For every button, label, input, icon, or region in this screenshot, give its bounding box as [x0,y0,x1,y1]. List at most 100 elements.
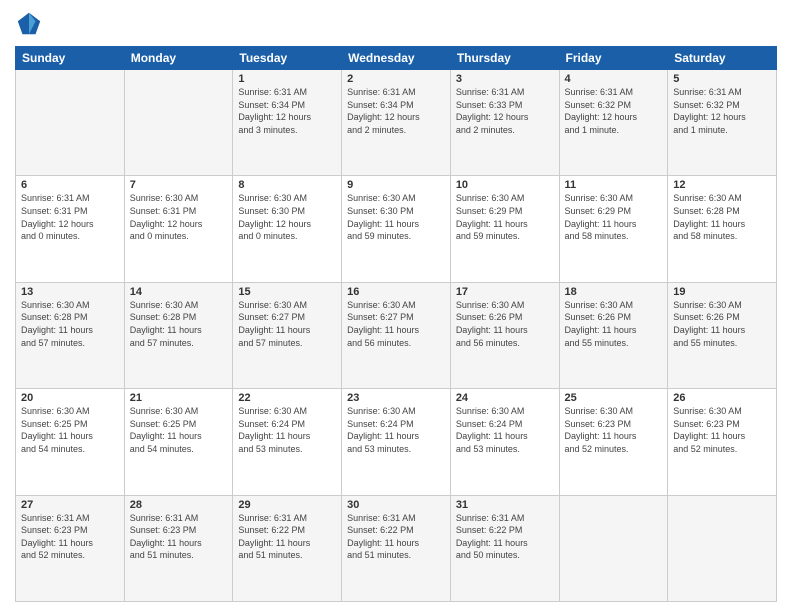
day-cell: 20Sunrise: 6:30 AM Sunset: 6:25 PM Dayli… [16,389,125,495]
day-number: 18 [565,286,663,298]
weekday-header-monday: Monday [124,47,233,70]
weekday-header-wednesday: Wednesday [342,47,451,70]
day-info: Sunrise: 6:30 AM Sunset: 6:28 PM Dayligh… [673,192,771,242]
day-cell [16,70,125,176]
weekday-header-tuesday: Tuesday [233,47,342,70]
day-number: 21 [130,392,228,404]
day-number: 15 [238,286,336,298]
day-info: Sunrise: 6:30 AM Sunset: 6:25 PM Dayligh… [130,405,228,455]
day-info: Sunrise: 6:30 AM Sunset: 6:27 PM Dayligh… [238,299,336,349]
day-info: Sunrise: 6:30 AM Sunset: 6:23 PM Dayligh… [565,405,663,455]
header [15,10,777,38]
day-cell: 21Sunrise: 6:30 AM Sunset: 6:25 PM Dayli… [124,389,233,495]
day-cell: 10Sunrise: 6:30 AM Sunset: 6:29 PM Dayli… [450,176,559,282]
day-cell: 16Sunrise: 6:30 AM Sunset: 6:27 PM Dayli… [342,282,451,388]
day-info: Sunrise: 6:31 AM Sunset: 6:34 PM Dayligh… [347,86,445,136]
day-cell: 22Sunrise: 6:30 AM Sunset: 6:24 PM Dayli… [233,389,342,495]
day-number: 30 [347,499,445,511]
day-cell [559,495,668,601]
day-cell: 29Sunrise: 6:31 AM Sunset: 6:22 PM Dayli… [233,495,342,601]
day-cell: 12Sunrise: 6:30 AM Sunset: 6:28 PM Dayli… [668,176,777,282]
weekday-header-friday: Friday [559,47,668,70]
day-number: 28 [130,499,228,511]
day-number: 10 [456,179,554,191]
day-info: Sunrise: 6:30 AM Sunset: 6:23 PM Dayligh… [673,405,771,455]
day-cell: 13Sunrise: 6:30 AM Sunset: 6:28 PM Dayli… [16,282,125,388]
day-number: 25 [565,392,663,404]
day-number: 2 [347,73,445,85]
day-info: Sunrise: 6:30 AM Sunset: 6:28 PM Dayligh… [130,299,228,349]
day-info: Sunrise: 6:30 AM Sunset: 6:26 PM Dayligh… [456,299,554,349]
day-info: Sunrise: 6:31 AM Sunset: 6:22 PM Dayligh… [238,512,336,562]
day-info: Sunrise: 6:31 AM Sunset: 6:34 PM Dayligh… [238,86,336,136]
day-cell: 25Sunrise: 6:30 AM Sunset: 6:23 PM Dayli… [559,389,668,495]
day-cell: 27Sunrise: 6:31 AM Sunset: 6:23 PM Dayli… [16,495,125,601]
day-info: Sunrise: 6:31 AM Sunset: 6:23 PM Dayligh… [21,512,119,562]
day-cell: 31Sunrise: 6:31 AM Sunset: 6:22 PM Dayli… [450,495,559,601]
day-number: 11 [565,179,663,191]
day-number: 13 [21,286,119,298]
day-number: 6 [21,179,119,191]
day-cell: 17Sunrise: 6:30 AM Sunset: 6:26 PM Dayli… [450,282,559,388]
day-info: Sunrise: 6:31 AM Sunset: 6:31 PM Dayligh… [21,192,119,242]
week-row-2: 6Sunrise: 6:31 AM Sunset: 6:31 PM Daylig… [16,176,777,282]
day-cell: 7Sunrise: 6:30 AM Sunset: 6:31 PM Daylig… [124,176,233,282]
day-number: 3 [456,73,554,85]
page: SundayMondayTuesdayWednesdayThursdayFrid… [0,0,792,612]
day-info: Sunrise: 6:30 AM Sunset: 6:24 PM Dayligh… [456,405,554,455]
day-cell: 1Sunrise: 6:31 AM Sunset: 6:34 PM Daylig… [233,70,342,176]
day-number: 8 [238,179,336,191]
week-row-3: 13Sunrise: 6:30 AM Sunset: 6:28 PM Dayli… [16,282,777,388]
day-number: 17 [456,286,554,298]
day-cell: 15Sunrise: 6:30 AM Sunset: 6:27 PM Dayli… [233,282,342,388]
day-cell: 18Sunrise: 6:30 AM Sunset: 6:26 PM Dayli… [559,282,668,388]
day-cell: 28Sunrise: 6:31 AM Sunset: 6:23 PM Dayli… [124,495,233,601]
day-number: 7 [130,179,228,191]
day-number: 16 [347,286,445,298]
day-number: 29 [238,499,336,511]
week-row-1: 1Sunrise: 6:31 AM Sunset: 6:34 PM Daylig… [16,70,777,176]
day-cell: 8Sunrise: 6:30 AM Sunset: 6:30 PM Daylig… [233,176,342,282]
calendar-table: SundayMondayTuesdayWednesdayThursdayFrid… [15,46,777,602]
day-info: Sunrise: 6:31 AM Sunset: 6:22 PM Dayligh… [347,512,445,562]
week-row-4: 20Sunrise: 6:30 AM Sunset: 6:25 PM Dayli… [16,389,777,495]
day-cell: 30Sunrise: 6:31 AM Sunset: 6:22 PM Dayli… [342,495,451,601]
day-cell: 4Sunrise: 6:31 AM Sunset: 6:32 PM Daylig… [559,70,668,176]
day-info: Sunrise: 6:30 AM Sunset: 6:24 PM Dayligh… [238,405,336,455]
day-info: Sunrise: 6:30 AM Sunset: 6:24 PM Dayligh… [347,405,445,455]
day-info: Sunrise: 6:31 AM Sunset: 6:32 PM Dayligh… [565,86,663,136]
day-number: 19 [673,286,771,298]
weekday-header-saturday: Saturday [668,47,777,70]
day-cell: 11Sunrise: 6:30 AM Sunset: 6:29 PM Dayli… [559,176,668,282]
weekday-header-sunday: Sunday [16,47,125,70]
weekday-header-row: SundayMondayTuesdayWednesdayThursdayFrid… [16,47,777,70]
logo [15,10,47,38]
day-info: Sunrise: 6:30 AM Sunset: 6:30 PM Dayligh… [347,192,445,242]
day-info: Sunrise: 6:31 AM Sunset: 6:22 PM Dayligh… [456,512,554,562]
day-number: 26 [673,392,771,404]
day-number: 4 [565,73,663,85]
day-number: 23 [347,392,445,404]
day-info: Sunrise: 6:30 AM Sunset: 6:28 PM Dayligh… [21,299,119,349]
day-info: Sunrise: 6:30 AM Sunset: 6:26 PM Dayligh… [673,299,771,349]
day-number: 22 [238,392,336,404]
day-info: Sunrise: 6:31 AM Sunset: 6:33 PM Dayligh… [456,86,554,136]
day-info: Sunrise: 6:30 AM Sunset: 6:25 PM Dayligh… [21,405,119,455]
day-cell: 2Sunrise: 6:31 AM Sunset: 6:34 PM Daylig… [342,70,451,176]
day-info: Sunrise: 6:30 AM Sunset: 6:29 PM Dayligh… [456,192,554,242]
day-info: Sunrise: 6:31 AM Sunset: 6:23 PM Dayligh… [130,512,228,562]
day-number: 14 [130,286,228,298]
day-number: 31 [456,499,554,511]
day-cell: 14Sunrise: 6:30 AM Sunset: 6:28 PM Dayli… [124,282,233,388]
day-info: Sunrise: 6:30 AM Sunset: 6:29 PM Dayligh… [565,192,663,242]
day-cell: 26Sunrise: 6:30 AM Sunset: 6:23 PM Dayli… [668,389,777,495]
day-info: Sunrise: 6:30 AM Sunset: 6:26 PM Dayligh… [565,299,663,349]
day-cell: 19Sunrise: 6:30 AM Sunset: 6:26 PM Dayli… [668,282,777,388]
day-number: 20 [21,392,119,404]
day-number: 27 [21,499,119,511]
day-info: Sunrise: 6:30 AM Sunset: 6:30 PM Dayligh… [238,192,336,242]
day-cell: 3Sunrise: 6:31 AM Sunset: 6:33 PM Daylig… [450,70,559,176]
day-number: 12 [673,179,771,191]
day-number: 9 [347,179,445,191]
day-cell: 6Sunrise: 6:31 AM Sunset: 6:31 PM Daylig… [16,176,125,282]
